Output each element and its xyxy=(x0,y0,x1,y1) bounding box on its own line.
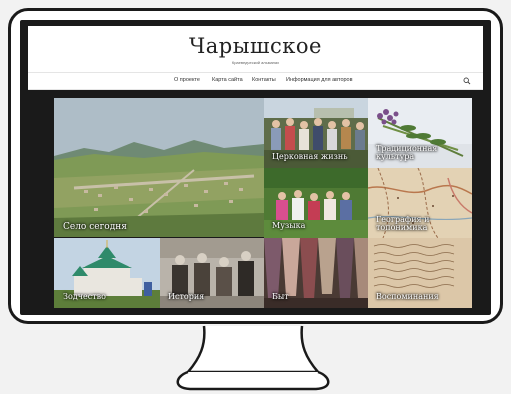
tile-label: Музыка xyxy=(272,221,306,230)
tile-geography[interactable]: География и топонимика xyxy=(368,168,472,238)
tile-label: История xyxy=(168,292,205,301)
tile-church-life[interactable]: Церковная жизнь xyxy=(264,98,368,168)
nav-item-authors[interactable]: Информация для авторов xyxy=(286,77,353,83)
nav-item-about[interactable]: О проекте xyxy=(174,77,200,83)
tile-label: Традиционная культура xyxy=(376,144,438,162)
tile-label: Церковная жизнь xyxy=(272,152,348,161)
content-area: Село сегодня Церковная жизнь Традиционна… xyxy=(28,90,483,311)
tile-label: Воспоминания xyxy=(376,292,439,301)
monitor-screen: Чарышское Краеведческий альманах О проек… xyxy=(28,26,483,311)
tile-architecture[interactable]: Зодчество xyxy=(54,238,160,308)
tile-label: География и топонимика xyxy=(376,215,430,233)
tile-memories[interactable]: Воспоминания xyxy=(368,238,472,308)
tile-label: Зодчество xyxy=(63,292,106,301)
tile-traditional-culture[interactable]: Традиционная культура xyxy=(368,98,472,168)
tile-music[interactable]: Музыка xyxy=(264,168,368,238)
illustration-stage: Чарышское Краеведческий альманах О проек… xyxy=(0,0,511,394)
site-title[interactable]: Чарышское xyxy=(28,34,483,58)
search-icon[interactable] xyxy=(463,77,471,85)
tile-label: Быт xyxy=(272,292,289,301)
site-subtitle: Краеведческий альманах xyxy=(231,60,280,65)
main-nav: О проекте Карта сайта Контакты Информаци… xyxy=(28,72,483,90)
tile-village-today[interactable]: Село сегодня xyxy=(54,98,264,237)
tile-history[interactable]: История xyxy=(160,238,264,308)
site-header: Чарышское Краеведческий альманах xyxy=(28,26,483,72)
nav-item-contacts[interactable]: Контакты xyxy=(252,77,276,83)
village-landscape-image xyxy=(54,98,264,237)
tile-everyday-life[interactable]: Быт xyxy=(264,238,368,308)
nav-item-sitemap[interactable]: Карта сайта xyxy=(212,77,243,83)
tile-label: Село сегодня xyxy=(63,222,127,232)
